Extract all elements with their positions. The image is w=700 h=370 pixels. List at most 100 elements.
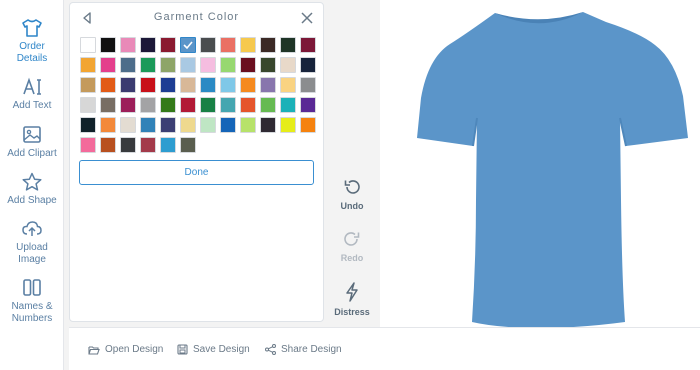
color-swatch[interactable] (80, 137, 96, 153)
color-swatch[interactable] (100, 37, 116, 53)
color-swatch[interactable] (140, 37, 156, 53)
color-swatch[interactable] (160, 117, 176, 133)
color-swatch[interactable] (140, 137, 156, 153)
color-swatch[interactable] (120, 77, 136, 93)
bottom-toolbar: Open Design Save Design Share Design (69, 327, 700, 370)
sidebar-item-add-text[interactable]: Add Text (0, 77, 64, 112)
color-swatch[interactable] (140, 77, 156, 93)
color-swatch[interactable] (80, 37, 96, 53)
sidebar-item-label: Image (18, 254, 46, 265)
color-swatch[interactable] (260, 77, 276, 93)
color-swatch[interactable] (300, 97, 316, 113)
done-button[interactable]: Done (79, 160, 314, 185)
color-swatch[interactable] (160, 37, 176, 53)
color-swatch[interactable] (200, 117, 216, 133)
sidebar-item-order-details[interactable]: Order Details (0, 18, 64, 65)
color-swatch[interactable] (240, 57, 256, 73)
color-swatch[interactable] (180, 117, 196, 133)
color-swatch[interactable] (120, 137, 136, 153)
color-swatch[interactable] (160, 137, 176, 153)
color-swatch[interactable] (160, 57, 176, 73)
color-swatch[interactable] (140, 117, 156, 133)
color-swatch[interactable] (240, 37, 256, 53)
sidebar-item-label: Add Shape (7, 195, 57, 206)
garment-color-panel: Garment Color Done (69, 2, 324, 322)
color-swatch[interactable] (260, 117, 276, 133)
sidebar-item-add-shape[interactable]: Add Shape (0, 172, 64, 207)
save-icon (177, 344, 188, 355)
color-swatch[interactable] (180, 57, 196, 73)
color-swatch[interactable] (100, 57, 116, 73)
color-swatch[interactable] (100, 117, 116, 133)
distress-label: Distress (334, 307, 370, 317)
color-swatch[interactable] (180, 77, 196, 93)
color-swatch[interactable] (280, 57, 296, 73)
color-swatch[interactable] (80, 77, 96, 93)
color-swatch[interactable] (300, 117, 316, 133)
color-swatch[interactable] (240, 117, 256, 133)
color-swatch[interactable] (200, 57, 216, 73)
color-swatch[interactable] (240, 97, 256, 113)
color-swatch[interactable] (280, 77, 296, 93)
text-icon (23, 77, 41, 95)
color-swatch[interactable] (200, 37, 216, 53)
color-swatch[interactable] (120, 117, 136, 133)
share-design-button[interactable]: Share Design (265, 344, 342, 355)
color-swatch[interactable] (260, 97, 276, 113)
color-swatch[interactable] (220, 77, 236, 93)
color-swatch[interactable] (120, 97, 136, 113)
color-swatch[interactable] (220, 97, 236, 113)
color-swatch[interactable] (180, 137, 196, 153)
cloud-upload-icon (22, 221, 42, 236)
share-design-label: Share Design (281, 344, 342, 355)
color-swatch[interactable] (280, 117, 296, 133)
sidebar-item-label: Order (19, 41, 45, 52)
color-swatch[interactable] (100, 137, 116, 153)
color-swatch[interactable] (240, 77, 256, 93)
undo-button[interactable]: Undo (331, 178, 373, 211)
close-icon[interactable] (301, 11, 313, 29)
sidebar-item-names-numbers[interactable]: Names & Numbers (0, 278, 64, 325)
undo-label: Undo (340, 201, 364, 211)
color-swatch[interactable] (80, 117, 96, 133)
open-design-button[interactable]: Open Design (88, 344, 163, 355)
color-swatch[interactable] (300, 77, 316, 93)
folder-open-icon (88, 345, 100, 355)
check-icon (183, 41, 193, 50)
color-swatch[interactable] (80, 97, 96, 113)
color-swatch[interactable] (280, 37, 296, 53)
color-swatch[interactable] (140, 57, 156, 73)
redo-button[interactable]: Redo (331, 230, 373, 263)
color-swatch[interactable] (100, 77, 116, 93)
color-swatch[interactable] (180, 37, 196, 53)
color-swatch[interactable] (220, 57, 236, 73)
color-swatch[interactable] (300, 37, 316, 53)
color-swatch[interactable] (100, 97, 116, 113)
color-swatch[interactable] (160, 97, 176, 113)
color-swatch[interactable] (280, 97, 296, 113)
distress-button[interactable]: Distress (331, 282, 373, 317)
color-swatch[interactable] (220, 117, 236, 133)
color-swatch[interactable] (260, 37, 276, 53)
t-shirt-preview (417, 12, 688, 328)
design-canvas[interactable] (380, 0, 700, 328)
color-swatch[interactable] (220, 37, 236, 53)
panel-title: Garment Color (153, 11, 240, 23)
sidebar-item-label: Names & (11, 301, 53, 312)
color-swatch[interactable] (200, 97, 216, 113)
color-swatch[interactable] (120, 57, 136, 73)
color-swatch[interactable] (160, 77, 176, 93)
sidebar-item-add-clipart[interactable]: Add Clipart (0, 125, 64, 160)
color-swatch[interactable] (80, 57, 96, 73)
sidebar-item-label: Add Clipart (7, 148, 57, 159)
save-design-button[interactable]: Save Design (177, 344, 250, 355)
color-swatch[interactable] (260, 57, 276, 73)
color-swatch[interactable] (180, 97, 196, 113)
color-swatch[interactable] (300, 57, 316, 73)
color-swatch[interactable] (120, 37, 136, 53)
shirt-icon (22, 19, 42, 37)
color-swatch[interactable] (200, 77, 216, 93)
undo-icon (344, 180, 360, 194)
color-swatch[interactable] (140, 97, 156, 113)
sidebar-item-upload-image[interactable]: Upload Image (0, 219, 64, 266)
